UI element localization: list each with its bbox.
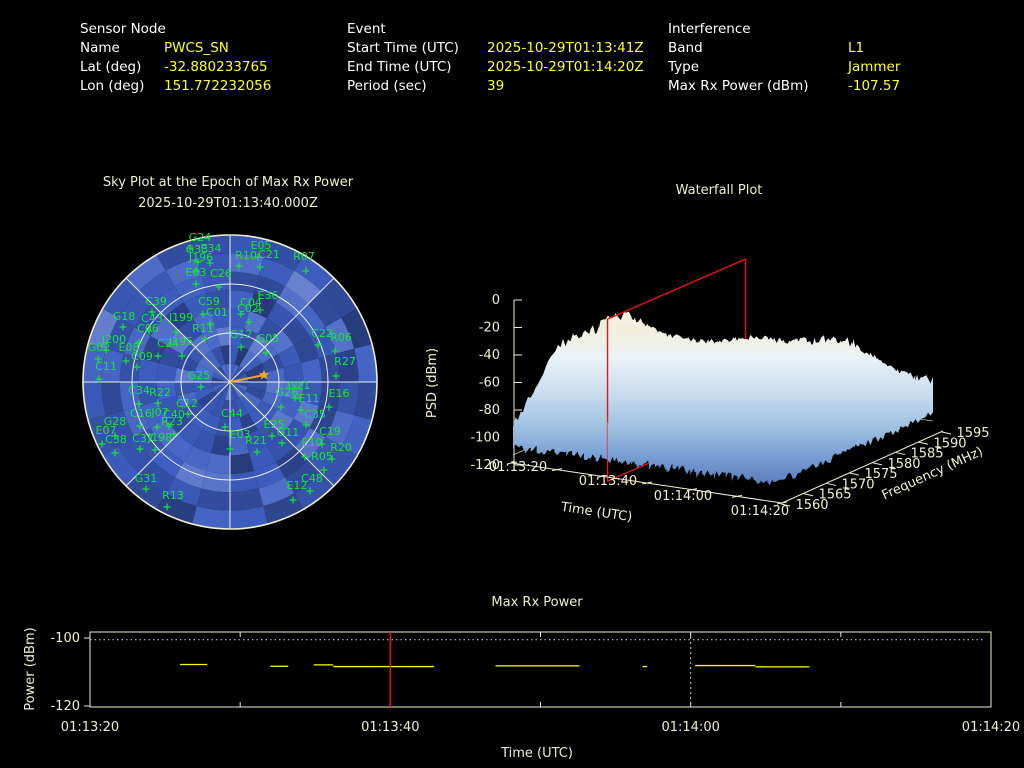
satellite-label: C11 xyxy=(95,360,117,373)
power-x-tick: 01:13:40 xyxy=(361,720,419,735)
power-x-label: Time (UTC) xyxy=(500,746,573,761)
power-y-tick: -120 xyxy=(50,699,80,714)
satellite-label: R27 xyxy=(334,355,356,368)
sky-heat-cell xyxy=(202,471,231,493)
power-plot-title: Max Rx Power xyxy=(491,595,583,610)
psd-tick-label: -80 xyxy=(479,403,500,418)
power-plot: Max Rx Power -100 -120 01:13:20 01:13:40 01:1… xyxy=(23,595,1020,761)
psd-tick-label: 0 xyxy=(492,293,500,308)
satellite-label: R06 xyxy=(330,331,352,344)
plots-canvas: Sky Plot at the Epoch of Max Rx Power 202… xyxy=(0,0,1024,768)
power-x-tick: 01:13:20 xyxy=(61,720,119,735)
satellite-label: C02 xyxy=(237,302,259,315)
satellite-label: E11 xyxy=(299,392,320,405)
satellite-label: C01 xyxy=(206,306,228,319)
satellite-label: J196 xyxy=(188,251,213,264)
satellite-label: C38 xyxy=(105,433,127,446)
satellite-label: J198 xyxy=(147,431,172,444)
power-x-tick: 01:14:00 xyxy=(661,720,719,735)
sky-plot: Sky Plot at the Epoch of Max Rx Power 202… xyxy=(83,175,377,529)
satellite-label: C16 xyxy=(130,407,152,420)
satellite-label: G25 xyxy=(188,369,211,382)
power-y-label: Power (dBm) xyxy=(23,627,38,710)
psd-tick-label: -20 xyxy=(479,321,500,336)
satellite-label: G18 xyxy=(113,310,136,323)
satellite-label: C21 xyxy=(258,248,280,261)
waterfall-time-tick: 01:14:00 xyxy=(654,489,712,504)
waterfall-time-label: Time (UTC) xyxy=(559,500,633,525)
satellite-label: G31 xyxy=(135,472,158,485)
power-x-tick: 01:14:20 xyxy=(962,720,1020,735)
psd-axis-label: PSD (dBm) xyxy=(425,348,440,418)
waterfall-time-tick: 01:14:20 xyxy=(731,504,789,519)
satellite-label: C26 xyxy=(210,267,232,280)
sky-plot-subtitle: 2025-10-29T01:13:40.000Z xyxy=(138,196,318,211)
psd-tick-label: -60 xyxy=(479,376,500,391)
satellite-label: R07 xyxy=(293,250,315,263)
satellite-label: C44 xyxy=(221,407,243,420)
satellite-label: G12 xyxy=(230,328,253,341)
dashboard-root: Sensor Node NamePWCS_SN Lat (deg)-32.880… xyxy=(0,0,1024,768)
satellite-label: R13 xyxy=(162,489,184,502)
satellite-label: R10 xyxy=(235,249,257,262)
satellite-label: J195 xyxy=(168,335,193,348)
psd-tick-label: -40 xyxy=(479,348,500,363)
power-y-tick: -100 xyxy=(50,631,80,646)
satellite-label: J199 xyxy=(168,311,193,324)
psd-tick-label: -100 xyxy=(470,431,500,446)
waterfall-time-tick: 01:13:20 xyxy=(489,460,547,475)
waterfall-time-tick: 01:13:40 xyxy=(579,474,637,489)
satellite-label: R22 xyxy=(149,386,171,399)
satellite-label: R11 xyxy=(192,322,214,335)
sky-heat-cell xyxy=(230,272,259,294)
satellite-label: C06 xyxy=(137,322,159,335)
satellite-label: R05 xyxy=(311,450,333,463)
satellite-label: C34 xyxy=(128,384,150,397)
satellite-label: E03 xyxy=(186,266,207,279)
waterfall-freq-tick: 1595 xyxy=(956,426,989,441)
satellite-label: C09 xyxy=(131,350,153,363)
satellite-label: E10 xyxy=(302,436,323,449)
satellite-label: R21 xyxy=(245,434,267,447)
satellite-label: E16 xyxy=(329,387,350,400)
satellite-label: E12 xyxy=(287,479,308,492)
satellite-label: G02 xyxy=(88,341,111,354)
power-plot-frame xyxy=(90,632,991,707)
satellite-label: C39 xyxy=(145,295,167,308)
waterfall-title: Waterfall Plot xyxy=(676,183,763,198)
satellite-label: G26 xyxy=(276,386,299,399)
satellite-label: R23 xyxy=(161,415,183,428)
sky-plot-title: Sky Plot at the Epoch of Max Rx Power xyxy=(103,175,354,190)
satellite-label: G05 xyxy=(257,332,280,345)
waterfall-plot: Waterfall Plot0-20-40-60-80-100-120PSD (… xyxy=(425,183,990,525)
satellite-label: C35 xyxy=(304,408,326,421)
satellite-label: G11 xyxy=(277,426,300,439)
satellite-label: R20 xyxy=(330,441,352,454)
sky-heat-cell xyxy=(230,471,259,493)
